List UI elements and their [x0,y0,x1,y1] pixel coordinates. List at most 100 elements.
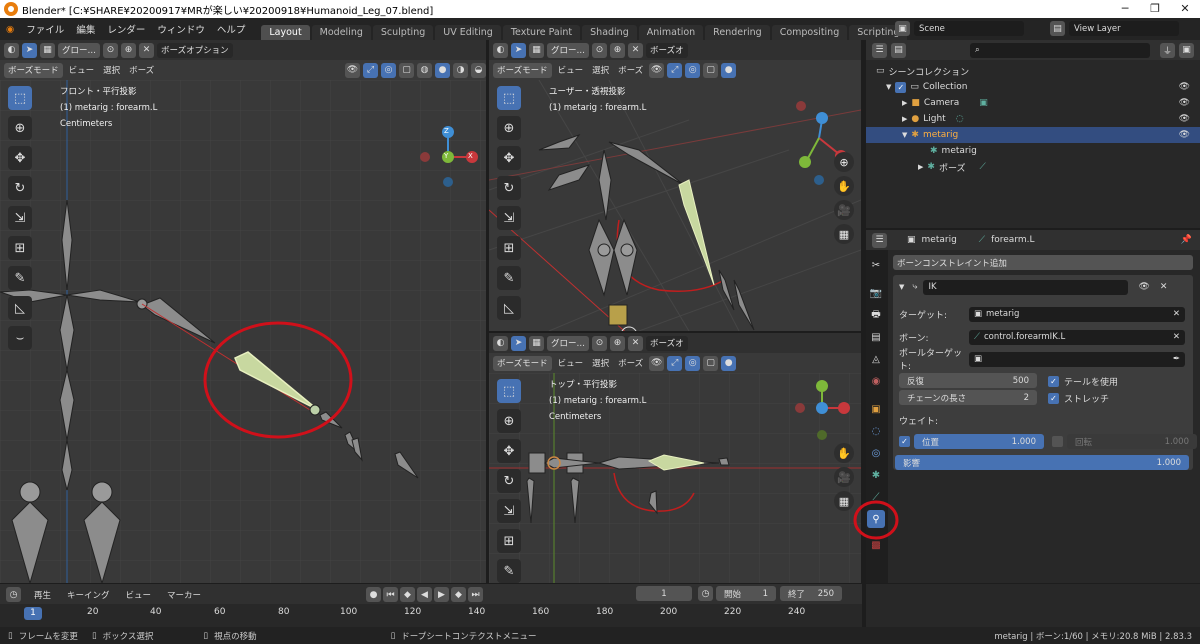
outliner-item-selected[interactable]: ▼ ✱ metarig 👁 [866,127,1200,143]
shading-render-icon[interactable]: ◒ [471,62,486,78]
menu-help[interactable]: ヘルプ [211,22,252,36]
editor-type-icon[interactable]: ◐ [493,42,508,58]
move-icon[interactable]: ✥ [8,146,32,170]
menu-marker[interactable]: マーカー [164,589,204,601]
modifier-tab-icon[interactable]: ◌ [867,422,885,440]
eye-icon[interactable]: 👁 [1138,282,1149,292]
gizmo-icon[interactable]: ⤢ [667,62,683,78]
transform-icon[interactable]: ⊞ [497,236,521,260]
outliner-item[interactable]: ✱ metarig [930,143,977,159]
end-frame-field[interactable]: 終了 250 [780,586,842,601]
shading-solid-icon[interactable]: ● [435,62,450,78]
shading-wire-icon[interactable]: ◍ [417,62,432,78]
clear-icon[interactable]: ✕ [1173,332,1180,342]
pole-target-field[interactable]: ▣ ✒ [969,351,1185,367]
outliner-item[interactable]: ▶ ● Light ◌ 👁 [902,111,1200,127]
filter-icon[interactable]: ⏚ [1160,42,1175,58]
target-field[interactable]: ▣ metarig ✕ [969,306,1185,322]
camera-view-icon[interactable]: 🎥 [834,200,854,220]
play-icon[interactable]: ▶ [434,587,449,602]
measure-icon[interactable]: ◺ [8,296,32,320]
expand-arrow-icon[interactable]: ▼ [886,83,891,91]
pin-icon[interactable]: 📌 [1181,235,1192,245]
select-tool-icon[interactable]: ➤ [511,42,526,58]
curve-icon[interactable]: ⌣ [8,326,32,350]
transform-orientation-dropdown[interactable]: グロー… [547,335,590,351]
constraint-name-field[interactable]: IK [923,279,1129,295]
jump-start-icon[interactable]: ⏮ [383,587,398,602]
xray-icon[interactable]: ▢ [703,62,719,78]
outliner-root[interactable]: ▭ シーンコレクション [876,63,969,79]
pose-options-dropdown[interactable]: ボーズオ [646,335,688,351]
pan-hand-icon[interactable]: ✋ [834,443,854,463]
editor-type-icon[interactable]: ◐ [493,335,508,351]
overlay-icon[interactable]: ◎ [685,62,701,78]
view-layer-tab-icon[interactable]: ▤ [867,328,885,346]
camera-view-icon[interactable]: 🎥 [834,467,854,487]
output-tab-icon[interactable]: 🖶 [867,306,885,324]
editor-type-icon[interactable]: ◐ [4,42,19,58]
menu-view[interactable]: ビュー [555,64,587,76]
mode-dropdown[interactable]: ボーズモード [493,355,552,371]
snap-icon[interactable]: ⊕ [610,335,626,351]
annotate-icon[interactable]: ✎ [8,266,32,290]
select-tool-icon[interactable]: ➤ [511,335,526,351]
influence-slider[interactable]: 影響 1.000 [895,455,1189,470]
tab-compositing[interactable]: Compositing [771,25,848,40]
add-bone-constraint-dropdown[interactable]: ボーンコンストレイント追加 [893,255,1193,270]
shading-material-icon[interactable]: ◑ [453,62,468,78]
transform-orientation-dropdown[interactable]: グロー… [547,42,590,58]
tab-animation[interactable]: Animation [638,25,704,40]
select-mode-icon[interactable]: ▦ [529,335,544,351]
display-mode-icon[interactable]: ▤ [891,42,906,58]
physics-tab-icon[interactable]: ◎ [867,444,885,462]
position-checkbox[interactable]: ✓ [899,436,910,447]
jump-end-icon[interactable]: ⏭ [468,587,483,602]
select-box-icon[interactable]: ⬚ [497,86,521,110]
mode-dropdown[interactable]: ボーズモード [493,62,552,78]
move-icon[interactable]: ✥ [497,146,521,170]
viewport-front[interactable]: ◐ ➤ ▦ グロー… ⊙ ⊕ ✕ ボーズオプション ボーズモード ビュー 選択 … [0,40,486,583]
tab-rendering[interactable]: Rendering [705,25,770,40]
expand-arrow-icon[interactable]: ▶ [902,115,907,123]
tab-texture-paint[interactable]: Texture Paint [502,25,581,40]
play-reverse-icon[interactable]: ◀ [417,587,432,602]
menu-pose[interactable]: ボーズ [615,357,646,369]
tool-tab-icon[interactable]: ✂ [867,256,885,274]
menu-pose[interactable]: ボーズ [615,64,646,76]
scene-selector[interactable]: ▣ Scene [895,21,1024,36]
menu-view[interactable]: ビュー [66,64,98,76]
playhead[interactable]: 1 [24,607,42,620]
mirror-x-icon[interactable]: ✕ [628,335,644,351]
position-weight-field[interactable]: 位置 1.000 [914,434,1044,449]
ortho-grid-icon[interactable]: ▦ [834,491,854,511]
zoom-icon[interactable]: ⊕ [834,152,854,172]
select-box-icon[interactable]: ⬚ [8,86,32,110]
menu-playback[interactable]: 再生 [31,589,54,601]
iterations-field[interactable]: 反復 500 [899,373,1037,388]
bone-field[interactable]: ⟋ control.forearmIK.L ✕ [969,329,1185,345]
visibility-icon[interactable]: 👁 [649,355,665,371]
visibility-icon[interactable]: 👁 [649,62,665,78]
maximize-icon[interactable]: ❐ [1140,0,1170,18]
expand-arrow-icon[interactable]: ▶ [902,99,907,107]
scene-name[interactable]: Scene [914,21,1024,36]
mirror-x-icon[interactable]: ✕ [628,42,644,58]
blender-menu-icon[interactable]: ◉ [0,24,20,35]
menu-edit[interactable]: 編集 [70,22,101,36]
properties-editor-icon[interactable]: ☰ [872,232,887,248]
use-tail-checkbox-row[interactable]: ✓ テールを使用 [1048,375,1118,388]
collection-checkbox[interactable]: ✓ [895,81,907,93]
outliner-editor-icon[interactable]: ☰ [872,42,887,58]
menu-render[interactable]: レンダー [101,22,151,36]
viewport-front-canvas[interactable] [0,80,486,583]
mode-dropdown[interactable]: ボーズモード [4,62,63,78]
select-mode-icon[interactable]: ▦ [529,42,544,58]
object-tab-icon[interactable]: ▣ [867,400,885,418]
prev-key-icon[interactable]: ◆ [400,587,415,602]
outliner-item[interactable]: ▶ ■ Camera ▣ 👁 [902,95,1200,111]
viewport-top[interactable]: ◐ ➤ ▦ グロー… ⊙ ⊕ ✕ ボーズオ ボーズモード ビュー 選択 ボーズ … [489,333,861,583]
annotate-icon[interactable]: ✎ [497,559,521,583]
overlay-icon[interactable]: ◎ [685,355,701,371]
snap-icon[interactable]: ⊕ [610,42,626,58]
